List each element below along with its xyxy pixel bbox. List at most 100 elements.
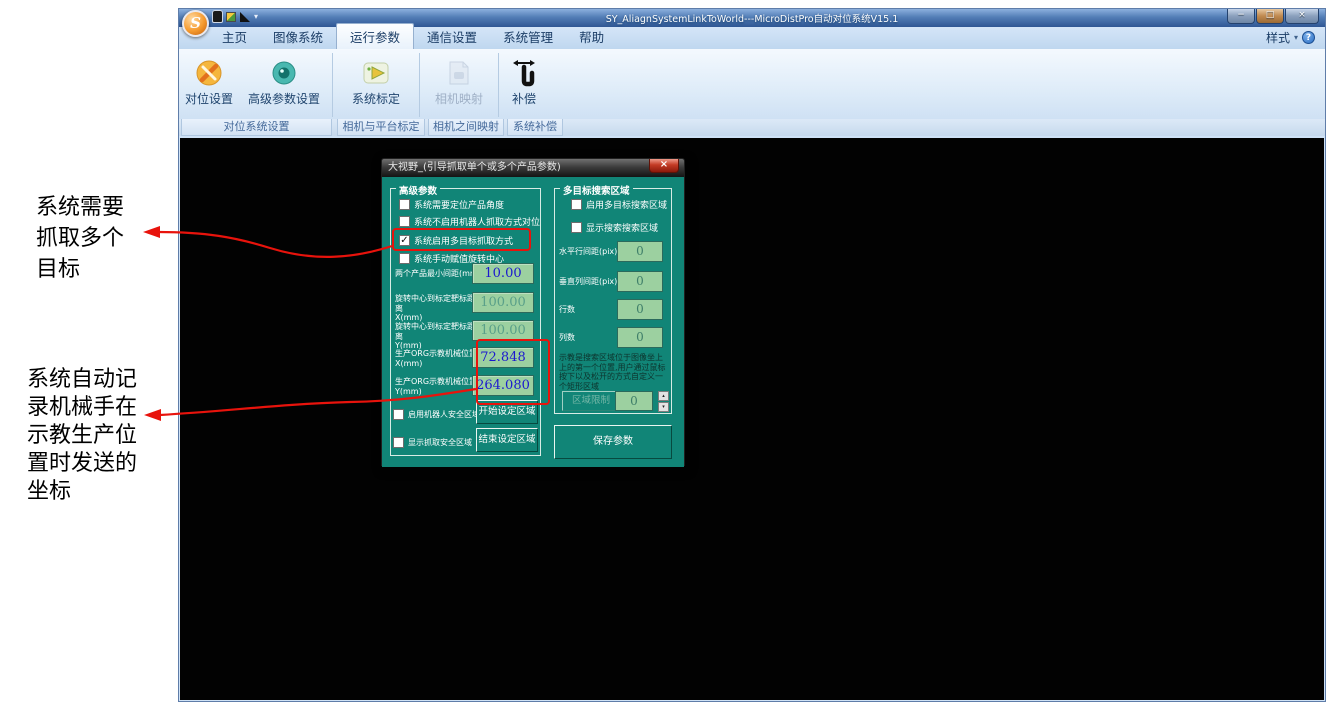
tab-run-parameters[interactable]: 运行参数 — [336, 23, 414, 49]
checkbox[interactable] — [399, 216, 410, 227]
org-x-input[interactable]: 72.848 — [472, 347, 534, 368]
screenshot-page: 系统需要抓取多个目标 系统自动记录机械手在示教生产位置时发送的坐标 S ▾ SY… — [0, 0, 1329, 709]
checkbox-label: 系统需要定位产品角度 — [414, 198, 504, 211]
ribbon-group-labels: 对位系统设置 相机与平台标定 相机之间映射 系统补偿 — [179, 119, 1325, 136]
touch-hand-icon — [511, 56, 537, 90]
ribbon-toolbar: 对位设置 高级参数设置 系统标定 相机映射 — [179, 49, 1325, 119]
field-row-org-y: 生产ORG示教机械位置Y(mm) 264.080 — [395, 375, 536, 399]
compensation-label: 补偿 — [512, 90, 536, 107]
end-set-zone-button[interactable]: 结束设定区域 — [476, 428, 538, 452]
field-label: 水平行间距(pix) — [559, 246, 617, 257]
app-logo-icon[interactable]: S — [182, 10, 209, 37]
style-menu[interactable]: 样式 ▾ ? — [1266, 29, 1325, 49]
spinner-up-icon[interactable]: ▴ — [658, 391, 669, 401]
checkbox[interactable] — [571, 199, 582, 210]
checkbox[interactable] — [393, 409, 404, 420]
arrow-head-2 — [144, 409, 161, 421]
checkbox-show-search-region[interactable]: 显示搜索搜索区域 — [571, 220, 658, 234]
region-limit-spinner: ▴ ▾ — [658, 391, 669, 412]
maximize-button[interactable]: □ — [1256, 9, 1284, 24]
field-row-row-count: 行数 0 — [559, 299, 667, 320]
row-count-input[interactable]: 0 — [617, 299, 663, 320]
system-calibration-label: 系统标定 — [352, 90, 400, 107]
group-camera-mapping: 相机之间映射 — [428, 119, 504, 136]
app-window: S ▾ SY_AliagnSystemLinkToWorld---MicroDi… — [178, 8, 1326, 702]
ribbon-separator — [498, 53, 499, 117]
checkbox-locate-angle[interactable]: 系统需要定位产品角度 — [399, 197, 504, 211]
field-row-horizontal-spacing: 水平行间距(pix) 0 — [559, 241, 667, 262]
save-params-button[interactable]: 保存参数 — [554, 425, 672, 459]
close-button[interactable]: × — [1285, 9, 1319, 24]
checkbox[interactable] — [399, 253, 410, 264]
annotation-note-multi-target: 系统需要抓取多个目标 — [36, 192, 136, 285]
center-target-y-input[interactable]: 100.00 — [472, 320, 534, 341]
checkbox[interactable] — [571, 222, 582, 233]
field-label-line1: 旋转中心到标定靶标距离 — [395, 294, 475, 313]
advanced-params-button[interactable]: 高级参数设置 — [237, 51, 331, 119]
field-label: 旋转中心到标定靶标距离X(mm) — [395, 294, 481, 323]
checkbox-robot-grab-align[interactable]: 系统不启用机器人抓取方式对位 — [399, 214, 540, 228]
compensation-button[interactable]: 补偿 — [500, 51, 548, 119]
multi-target-search-group-title: 多目标搜索区域 — [560, 183, 633, 197]
checkbox[interactable] — [399, 199, 410, 210]
wrench-icon — [194, 56, 224, 90]
checkbox-label: 显示搜索搜索区域 — [586, 221, 658, 234]
checkbox-multi-target-grab[interactable]: ✓ 系统启用多目标抓取方式 — [399, 233, 513, 247]
advanced-params-group: 高级参数 系统需要定位产品角度 系统不启用机器人抓取方式对位 ✓ 系统启用多目标… — [390, 188, 541, 456]
group-system-compensation: 系统补偿 — [507, 119, 563, 136]
tab-system-management[interactable]: 系统管理 — [490, 24, 566, 49]
camera-mapping-label: 相机映射 — [435, 90, 483, 107]
align-settings-button[interactable]: 对位设置 — [181, 51, 237, 119]
field-row-org-x: 生产ORG示教机械位置X(mm) 72.848 — [395, 347, 536, 371]
group-camera-platform-calibration: 相机与平台标定 — [337, 119, 425, 136]
style-dropdown-icon[interactable]: ▾ — [1294, 33, 1298, 42]
system-calibration-button[interactable]: 系统标定 — [334, 51, 418, 119]
multi-target-search-group: 多目标搜索区域 启用多目标搜索区域 显示搜索搜索区域 水平行间距(pix) 0 … — [554, 188, 672, 414]
help-icon[interactable]: ? — [1302, 31, 1315, 44]
region-limit-input[interactable]: 0 — [615, 391, 653, 411]
tab-image-system[interactable]: 图像系统 — [260, 24, 336, 49]
field-row-center-target-y: 旋转中心到标定靶标距离Y(mm) 100.00 — [395, 320, 536, 344]
spinner-down-icon[interactable]: ▾ — [658, 402, 669, 412]
checkbox-label: 系统不启用机器人抓取方式对位 — [414, 215, 540, 228]
tab-communication[interactable]: 通信设置 — [414, 24, 490, 49]
center-target-x-input[interactable]: 100.00 — [472, 292, 534, 313]
column-count-input[interactable]: 0 — [617, 327, 663, 348]
field-label: 生产ORG示教机械位置X(mm) — [395, 349, 481, 368]
ribbon-separator — [419, 53, 420, 117]
field-row-vertical-spacing: 垂直列间距(pix) 0 — [559, 271, 667, 292]
eye-icon — [270, 56, 298, 90]
start-set-zone-button[interactable]: 开始设定区域 — [476, 400, 538, 424]
field-label: 垂直列间距(pix) — [559, 276, 617, 287]
min-distance-input[interactable]: 10.00 — [472, 263, 534, 284]
field-label-line2: Y(mm) — [395, 387, 422, 396]
horizontal-spacing-input[interactable]: 0 — [617, 241, 663, 262]
minimize-button[interactable]: − — [1227, 9, 1255, 24]
dialog-body: 高级参数 系统需要定位产品角度 系统不启用机器人抓取方式对位 ✓ 系统启用多目标… — [382, 177, 684, 467]
field-label: 行数 — [559, 304, 575, 315]
field-row-center-target-x: 旋转中心到标定靶标距离X(mm) 100.00 — [395, 292, 536, 316]
parameters-dialog: 大视野_(引导抓取单个或多个产品参数) × 高级参数 系统需要定位产品角度 系统… — [381, 158, 685, 466]
org-y-input[interactable]: 264.080 — [472, 375, 534, 396]
tab-help[interactable]: 帮助 — [566, 24, 617, 49]
checkbox-show-grab-safe-zone[interactable]: 显示抓取安全区域 — [393, 435, 472, 449]
vertical-spacing-input[interactable]: 0 — [617, 271, 663, 292]
checkbox[interactable] — [393, 437, 404, 448]
checkbox-label: 系统启用多目标抓取方式 — [414, 234, 513, 247]
checkbox-enable-multi-target-search[interactable]: 启用多目标搜索区域 — [571, 197, 667, 211]
region-limit-row: 区域限制 0 ▴ ▾ — [559, 391, 667, 412]
group-align-system-settings: 对位系统设置 — [181, 119, 332, 136]
align-settings-label: 对位设置 — [185, 90, 233, 107]
field-label-line2: X(mm) — [395, 359, 422, 368]
region-limit-button[interactable]: 区域限制 — [562, 391, 620, 411]
field-label-line1: 生产ORG示教机械位置 — [395, 377, 477, 386]
camera-map-icon — [446, 56, 472, 90]
checkbox-checked[interactable]: ✓ — [399, 235, 410, 246]
camera-mapping-button[interactable]: 相机映射 — [421, 51, 497, 119]
advanced-params-group-title: 高级参数 — [396, 183, 440, 197]
field-row-min-distance: 两个产品最小间距(mm) 10.00 — [395, 263, 536, 287]
dialog-close-icon[interactable]: × — [649, 159, 679, 173]
style-label[interactable]: 样式 — [1266, 29, 1290, 46]
dialog-titlebar[interactable]: 大视野_(引导抓取单个或多个产品参数) × — [382, 159, 684, 177]
tab-home[interactable]: 主页 — [209, 24, 260, 49]
